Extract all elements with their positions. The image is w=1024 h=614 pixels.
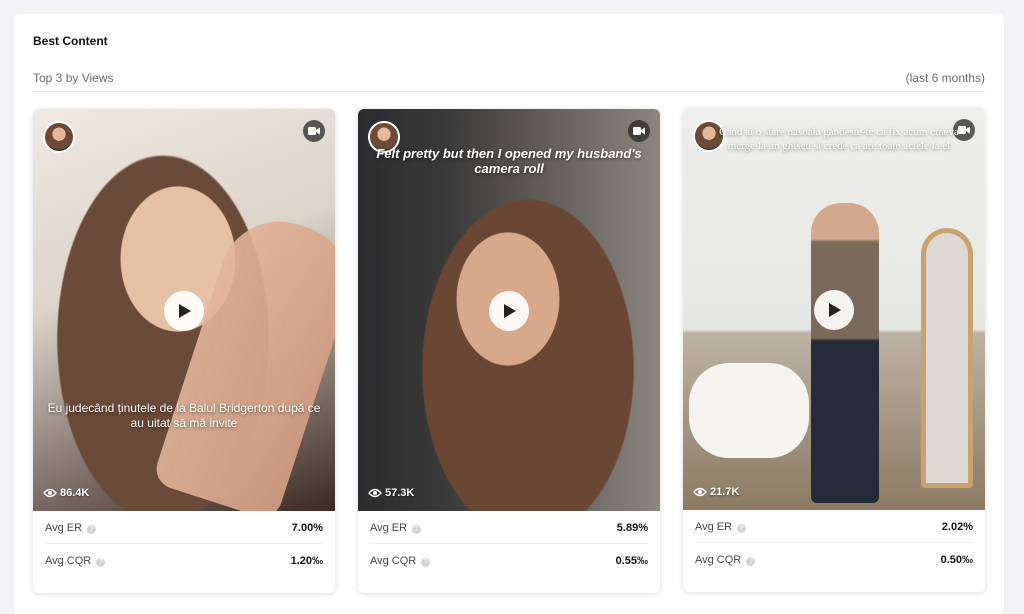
metric-value: 0.55‰ [615,555,648,567]
question-circle-icon[interactable]: ? [737,524,747,533]
view-count: 57.3K [368,487,414,499]
view-count: 21.7K [693,486,739,498]
view-count-value: 57.3K [385,487,415,499]
question-circle-icon[interactable]: ? [96,558,106,567]
thumbnail-image [921,228,973,488]
best-content-panel: Best Content Top 3 by Views (last 6 mont… [14,14,1004,614]
thumbnail-image [689,363,809,458]
section-subheader: Top 3 by Views (last 6 months) [33,70,985,92]
metric-label: Avg CQR [695,554,742,566]
video-camera-icon [303,120,325,142]
metric-avg-er: Avg ER? 7.00% [45,511,323,543]
content-card[interactable]: Felt pretty but then I opened my husband… [358,109,660,593]
question-circle-icon[interactable]: ? [746,557,756,566]
play-icon [179,304,191,318]
content-card[interactable]: Cand ai o stare nasoala gandeste-te ca f… [683,108,985,592]
metric-label: Avg CQR [370,555,417,567]
play-button[interactable] [489,291,529,331]
metric-value: 2.02% [941,521,973,533]
video-thumbnail[interactable]: Felt pretty but then I opened my husband… [358,109,660,511]
metrics-list: Avg ER? 5.89% Avg CQR? 0.55‰ [370,511,648,575]
metric-value: 1.20‰ [290,555,323,567]
metric-avg-cqr: Avg CQR? 0.55‰ [370,543,648,575]
view-count-value: 86.4K [60,487,90,499]
video-thumbnail[interactable]: Eu judecând ținutele de la Balul Bridger… [33,109,335,511]
view-count-value: 21.7K [710,486,740,498]
play-icon [504,304,516,318]
metric-value: 7.00% [291,522,323,534]
metric-label: Avg ER [695,521,733,533]
avatar[interactable] [43,121,75,153]
metrics-list: Avg ER? 2.02% Avg CQR? 0.50‰ [695,510,973,574]
play-icon [829,303,841,317]
content-card[interactable]: Eu judecând ținutele de la Balul Bridger… [33,109,335,593]
metric-avg-cqr: Avg CQR? 0.50‰ [695,542,973,574]
metric-value: 0.50‰ [940,554,973,566]
metric-label: Avg ER [370,522,408,534]
metric-label: Avg CQR [45,555,92,567]
caption-overlay: Felt pretty but then I opened my husband… [376,146,642,176]
caption-overlay: Eu judecând ținutele de la Balul Bridger… [47,401,321,430]
thumbnail-image [811,203,879,503]
play-button[interactable] [814,290,854,330]
thumbnail-image [151,206,335,511]
video-thumbnail[interactable]: Cand ai o stare nasoala gandeste-te ca f… [683,108,985,510]
question-circle-icon[interactable]: ? [412,525,422,534]
question-circle-icon[interactable]: ? [87,525,97,534]
view-count: 86.4K [43,487,89,499]
metric-avg-cqr: Avg CQR? 1.20‰ [45,543,323,575]
period-label: (last 6 months) [905,71,985,85]
eye-icon [693,487,707,497]
metric-avg-er: Avg ER? 2.02% [695,510,973,542]
section-subtitle: Top 3 by Views [33,71,114,85]
video-camera-icon [628,120,650,142]
metric-value: 5.89% [616,522,648,534]
metric-avg-er: Avg ER? 5.89% [370,511,648,543]
section-title: Best Content [33,34,108,48]
question-circle-icon[interactable]: ? [421,558,431,567]
play-button[interactable] [164,291,204,331]
eye-icon [368,488,382,498]
metrics-list: Avg ER? 7.00% Avg CQR? 1.20‰ [45,511,323,575]
eye-icon [43,488,57,498]
metric-label: Avg ER [45,522,83,534]
caption-overlay: Cand ai o stare nasoala gandeste-te ca f… [719,126,959,152]
